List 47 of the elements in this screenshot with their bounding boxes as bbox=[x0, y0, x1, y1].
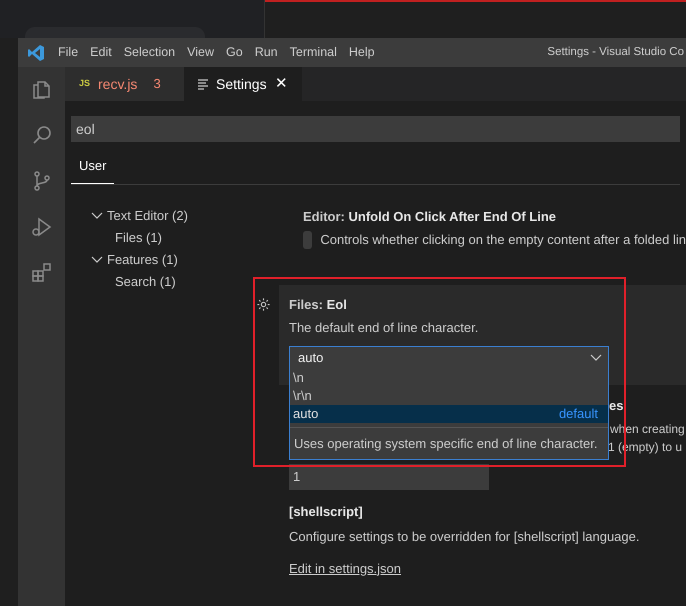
dropdown-option[interactable]: \n bbox=[290, 368, 608, 386]
menu-item[interactable]: Go bbox=[221, 43, 248, 62]
setting-title: es bbox=[609, 396, 624, 414]
search-text: eol bbox=[76, 120, 95, 138]
number-field[interactable]: 1 bbox=[289, 464, 489, 490]
checkbox[interactable] bbox=[303, 230, 312, 249]
option-description: Uses operating system specific end of line character. bbox=[290, 426, 608, 459]
window-title: Settings - Visual Studio Co bbox=[547, 44, 684, 60]
menu-item[interactable]: File bbox=[53, 43, 84, 62]
dropdown-option[interactable]: \r\n bbox=[290, 386, 608, 404]
tree-item[interactable]: Features (1) bbox=[91, 248, 253, 270]
editor-tab[interactable]: Settings ✕ bbox=[184, 67, 302, 101]
lines-icon bbox=[198, 78, 208, 90]
tab-label: Settings bbox=[216, 74, 267, 94]
setting-title: Files: Eol bbox=[289, 296, 348, 314]
app-logo-icon bbox=[27, 44, 45, 62]
menu-item[interactable]: Edit bbox=[85, 43, 117, 62]
setting-description: The default end of line character. bbox=[289, 319, 480, 337]
setting-description: Configure settings to be overridden for [shellscript] language. bbox=[289, 528, 640, 546]
scope-tab[interactable]: User bbox=[71, 155, 114, 184]
gear-icon[interactable] bbox=[256, 296, 271, 312]
editor-tab[interactable]: JS recv.js 3 bbox=[65, 67, 184, 101]
extensions-icon[interactable] bbox=[30, 261, 54, 285]
edit-link[interactable]: Edit in settings.json bbox=[289, 558, 402, 578]
js-file-icon: JS bbox=[79, 77, 90, 91]
chevron-icon[interactable] bbox=[91, 254, 103, 266]
chevron-icon bbox=[590, 354, 602, 362]
tree-item[interactable]: Files (1) bbox=[91, 226, 253, 248]
setting-title: Editor: Unfold On Click After End Of Line bbox=[303, 208, 558, 226]
search-field[interactable]: eol bbox=[71, 116, 680, 142]
default-label: default bbox=[558, 404, 598, 423]
problem-count: 3 bbox=[153, 75, 161, 94]
setting-title: [shellscript] bbox=[289, 502, 364, 521]
menu-item[interactable]: View bbox=[182, 43, 220, 62]
dropdown-option[interactable]: auto default bbox=[290, 404, 608, 422]
tab-label: recv.js bbox=[98, 74, 138, 94]
tree-item[interactable]: Text Editor (2) bbox=[91, 204, 253, 226]
menu-item[interactable]: Selection bbox=[118, 43, 180, 62]
menu-item[interactable]: Help bbox=[344, 43, 380, 62]
menu-item[interactable]: Terminal bbox=[284, 43, 342, 62]
dropdown[interactable]: auto bbox=[289, 346, 609, 370]
run-debug-icon[interactable] bbox=[30, 215, 54, 239]
setting-description: Controls whether clicking on the empty content after a folded lin bbox=[320, 231, 686, 249]
menu-item[interactable]: Run bbox=[250, 43, 283, 62]
chevron-icon[interactable] bbox=[91, 210, 103, 222]
tree-item[interactable]: Search (1) bbox=[91, 270, 253, 292]
close-icon[interactable]: ✕ bbox=[275, 72, 288, 96]
